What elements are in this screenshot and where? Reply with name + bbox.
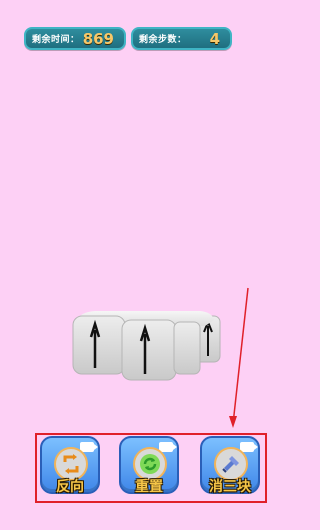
reset-label: 重置 — [135, 479, 163, 495]
clear-three-button[interactable]: 消三块 — [200, 436, 260, 495]
block-front-right[interactable] — [173, 321, 201, 375]
reset-button[interactable]: 重置 — [119, 436, 179, 495]
clear-three-label: 消三块 — [209, 479, 251, 495]
reverse-label: 反向 — [56, 479, 84, 495]
block-front-left[interactable] — [72, 315, 126, 375]
block-front-center[interactable] — [121, 319, 177, 381]
reverse-button[interactable]: 反向 — [40, 436, 100, 495]
hint-pointer-arrow — [229, 287, 249, 428]
